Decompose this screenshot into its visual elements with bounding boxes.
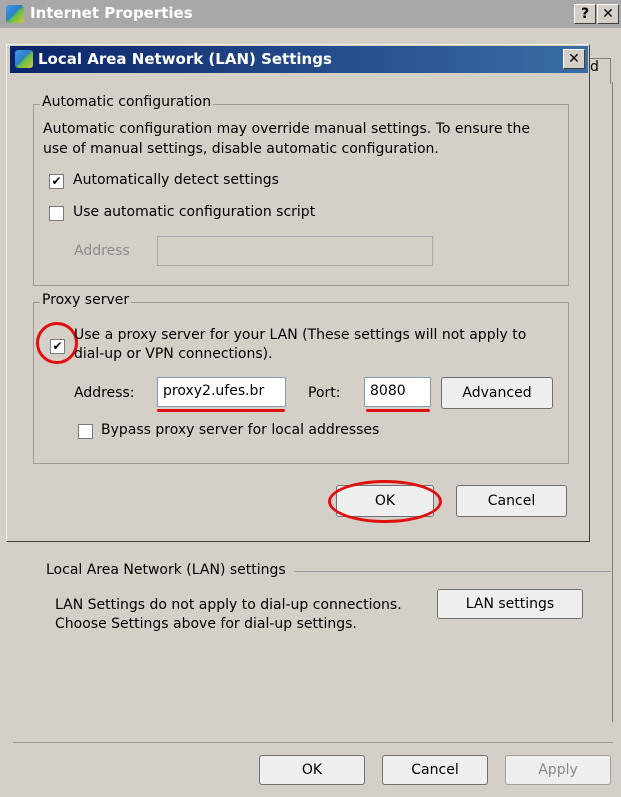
auto-detect-label[interactable]: Automatically detect settings <box>73 172 279 188</box>
port-input[interactable]: 8080 <box>364 377 431 407</box>
close-icon[interactable]: ✕ <box>597 4 619 24</box>
script-address-label: Address <box>74 243 130 259</box>
proxy-server-label: Proxy server <box>40 292 132 308</box>
lan-settings-title: Local Area Network (LAN) Settings <box>38 50 332 68</box>
annotation-circle-checkbox <box>36 322 78 364</box>
annotation-underline-port <box>366 409 430 412</box>
lan-description-line1: LAN Settings do not apply to dial-up con… <box>55 597 402 613</box>
ok-button-main[interactable]: OK <box>259 755 365 785</box>
annotation-underline-address <box>157 409 285 412</box>
dialog-close-icon[interactable]: ✕ <box>563 49 585 69</box>
cancel-button-main[interactable]: Cancel <box>382 755 488 785</box>
port-label: Port: <box>308 385 341 401</box>
internet-properties-title: Internet Properties <box>30 4 193 22</box>
internet-options-icon <box>6 5 24 23</box>
auto-config-description-line2: use of manual settings, disable automati… <box>43 141 439 157</box>
lan-settings-icon <box>15 50 33 68</box>
use-proxy-label-line1[interactable]: Use a proxy server for your LAN (These s… <box>74 327 526 343</box>
apply-button[interactable]: Apply <box>505 755 611 785</box>
dialog-cancel-button[interactable]: Cancel <box>456 485 567 517</box>
auto-config-description-line1: Automatic configuration may override man… <box>43 121 531 137</box>
script-address-input[interactable] <box>157 236 433 266</box>
bypass-local-checkbox[interactable] <box>78 424 93 439</box>
annotation-circle-ok <box>328 480 442 523</box>
use-proxy-label-line2[interactable]: dial-up or VPN connections). <box>74 346 273 362</box>
lan-settings-button[interactable]: LAN settings <box>437 589 583 619</box>
auto-config-script-label[interactable]: Use automatic configuration script <box>73 204 315 220</box>
tab-panel-border <box>612 82 613 722</box>
proxy-address-label: Address: <box>74 385 135 401</box>
auto-config-script-checkbox[interactable] <box>49 206 64 221</box>
lan-description-line2: Choose Settings above for dial-up settin… <box>55 616 357 632</box>
automatic-configuration-label: Automatic configuration <box>40 94 214 110</box>
bypass-local-label[interactable]: Bypass proxy server for local addresses <box>101 422 379 438</box>
bottom-separator <box>13 742 613 743</box>
lan-group-label: Local Area Network (LAN) settings <box>44 562 294 578</box>
auto-detect-checkbox[interactable]: ✔ <box>49 174 64 189</box>
advanced-button[interactable]: Advanced <box>441 377 553 409</box>
proxy-address-input[interactable]: proxy2.ufes.br <box>157 377 286 407</box>
help-button[interactable]: ? <box>574 4 596 24</box>
